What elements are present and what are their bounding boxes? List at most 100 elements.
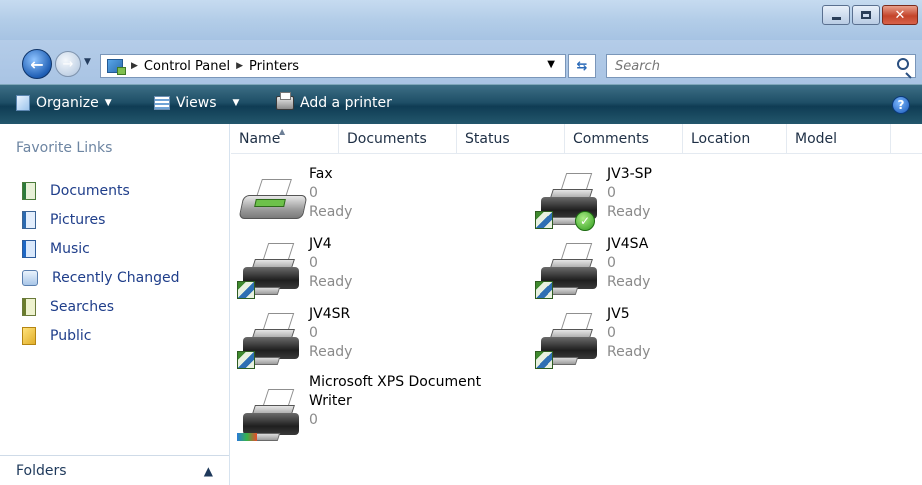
command-bar: Organize ▼ Views ▼ Add a printer ?	[0, 84, 922, 124]
minimize-button[interactable]	[822, 5, 850, 25]
printer-name: JV4SA	[607, 236, 649, 252]
printer-item-jv4sa[interactable]: JV4SA 0 Ready	[529, 235, 809, 305]
network-printer-icon	[237, 243, 309, 303]
printer-documents: 0	[309, 412, 318, 428]
column-header: Name ▲ Documents Status Comments Locatio…	[231, 124, 922, 154]
add-printer-icon	[276, 92, 294, 110]
breadcrumb-printers[interactable]: Printers	[249, 59, 299, 74]
minimize-icon	[823, 6, 849, 24]
printer-name: JV4	[309, 236, 332, 252]
folders-label: Folders	[16, 462, 67, 479]
views-menu[interactable]: Views ▼	[154, 95, 239, 111]
maximize-button[interactable]	[852, 5, 880, 25]
back-arrow-icon: ←	[30, 54, 44, 74]
favorite-link-label: Pictures	[50, 211, 106, 228]
search-icon[interactable]	[897, 58, 909, 70]
breadcrumb-control-panel[interactable]: Control Panel	[144, 59, 230, 74]
printer-item-jv5[interactable]: JV5 0 Ready	[529, 305, 809, 375]
navigation-pane: Favorite Links Documents Pictures Music …	[0, 124, 230, 485]
search-box	[606, 54, 916, 78]
printer-item-jv3-sp[interactable]: ✓ JV3-SP 0 Ready	[529, 165, 809, 235]
default-printer-check-icon: ✓	[575, 211, 595, 231]
public-folder-icon	[22, 326, 36, 345]
favorite-link-searches[interactable]: Searches	[22, 292, 180, 321]
column-location-label: Location	[691, 131, 751, 147]
organize-menu[interactable]: Organize ▼	[16, 95, 112, 111]
documents-icon	[22, 181, 36, 200]
network-share-icon	[535, 351, 553, 369]
column-documents[interactable]: Documents	[339, 124, 457, 154]
network-share-icon	[237, 281, 255, 299]
folders-toggle[interactable]: Folders ▲	[0, 455, 229, 485]
chevron-up-icon: ▲	[203, 463, 213, 478]
column-comments[interactable]: Comments	[565, 124, 683, 154]
recently-changed-icon	[22, 269, 38, 286]
printer-documents: 0	[309, 185, 318, 201]
printer-item-jv4[interactable]: JV4 0 Ready	[231, 235, 511, 305]
printer-item-microsoft-xps-document-writer[interactable]: Microsoft XPS Document Writer 0	[231, 373, 511, 453]
printer-documents: 0	[607, 185, 616, 201]
column-status-label: Status	[465, 131, 510, 147]
printer-status: Ready	[309, 274, 353, 290]
favorite-link-music[interactable]: Music	[22, 234, 180, 263]
forward-button[interactable]: →	[55, 51, 81, 77]
favorite-link-label: Public	[50, 327, 92, 344]
favorite-link-label: Recently Changed	[52, 269, 180, 286]
column-model-label: Model	[795, 131, 838, 147]
control-panel-icon	[107, 59, 126, 75]
add-printer-button[interactable]: Add a printer	[276, 92, 392, 111]
printer-item-jv4sr[interactable]: JV4SR 0 Ready	[231, 305, 511, 375]
xps-color-strip	[237, 433, 257, 441]
network-printer-icon	[535, 243, 607, 303]
network-printer-icon	[535, 313, 607, 373]
column-model[interactable]: Model	[787, 124, 891, 154]
column-location[interactable]: Location	[683, 124, 787, 154]
close-icon: ✕	[894, 7, 906, 23]
search-input[interactable]	[607, 55, 877, 77]
recent-pages-dropdown[interactable]: ▼	[84, 57, 91, 67]
printer-name: Fax	[309, 166, 333, 182]
breadcrumb-separator-icon[interactable]: ▶	[236, 61, 243, 71]
close-button[interactable]: ✕	[882, 5, 918, 25]
views-icon	[154, 96, 170, 110]
printer-documents: 0	[309, 325, 318, 341]
breadcrumb-separator-icon[interactable]: ▶	[131, 61, 138, 71]
printer-status: Ready	[309, 344, 353, 360]
network-share-icon	[535, 211, 553, 229]
address-dropdown-icon[interactable]: ▼	[547, 59, 555, 70]
pictures-icon	[22, 210, 36, 229]
sort-ascending-icon: ▲	[279, 127, 286, 136]
favorite-link-label: Documents	[50, 182, 130, 199]
favorite-link-label: Music	[50, 240, 90, 257]
network-printer-icon	[237, 313, 309, 373]
address-row: ← → ▼ ▶ Control Panel ▶ Printers ▼ ⇆	[0, 40, 922, 84]
column-documents-label: Documents	[347, 131, 427, 147]
breadcrumb: ▶ Control Panel ▶ Printers	[131, 59, 299, 74]
address-bar[interactable]: ▶ Control Panel ▶ Printers ▼	[100, 54, 566, 78]
maximize-icon	[853, 6, 879, 24]
favorite-link-label: Searches	[50, 298, 115, 315]
printer-status: Ready	[607, 274, 651, 290]
printer-documents: 0	[607, 255, 616, 271]
favorite-link-pictures[interactable]: Pictures	[22, 205, 180, 234]
organize-label: Organize	[36, 95, 99, 111]
refresh-button[interactable]: ⇆	[568, 54, 596, 78]
favorite-link-public[interactable]: Public	[22, 321, 180, 350]
column-name[interactable]: Name ▲	[231, 124, 339, 154]
forward-arrow-icon: →	[62, 56, 74, 72]
favorite-link-documents[interactable]: Documents	[22, 176, 180, 205]
fax-icon	[237, 173, 309, 233]
refresh-icon: ⇆	[576, 58, 588, 74]
back-button[interactable]: ←	[22, 49, 52, 79]
printer-name: JV4SR	[309, 306, 351, 322]
printer-status: Ready	[607, 204, 651, 220]
printer-name: Microsoft XPS Document Writer	[309, 374, 482, 409]
printer-list: Fax 0 Ready ✓ JV3-SP 0 Ready JV4 0 Ready…	[231, 155, 922, 485]
help-icon[interactable]: ?	[892, 96, 910, 114]
column-status[interactable]: Status	[457, 124, 565, 154]
printer-name: JV3-SP	[607, 166, 652, 182]
printer-status: Ready	[607, 344, 651, 360]
favorite-link-recently-changed[interactable]: Recently Changed	[22, 263, 180, 292]
network-share-icon	[535, 281, 553, 299]
printer-item-fax[interactable]: Fax 0 Ready	[231, 165, 511, 235]
